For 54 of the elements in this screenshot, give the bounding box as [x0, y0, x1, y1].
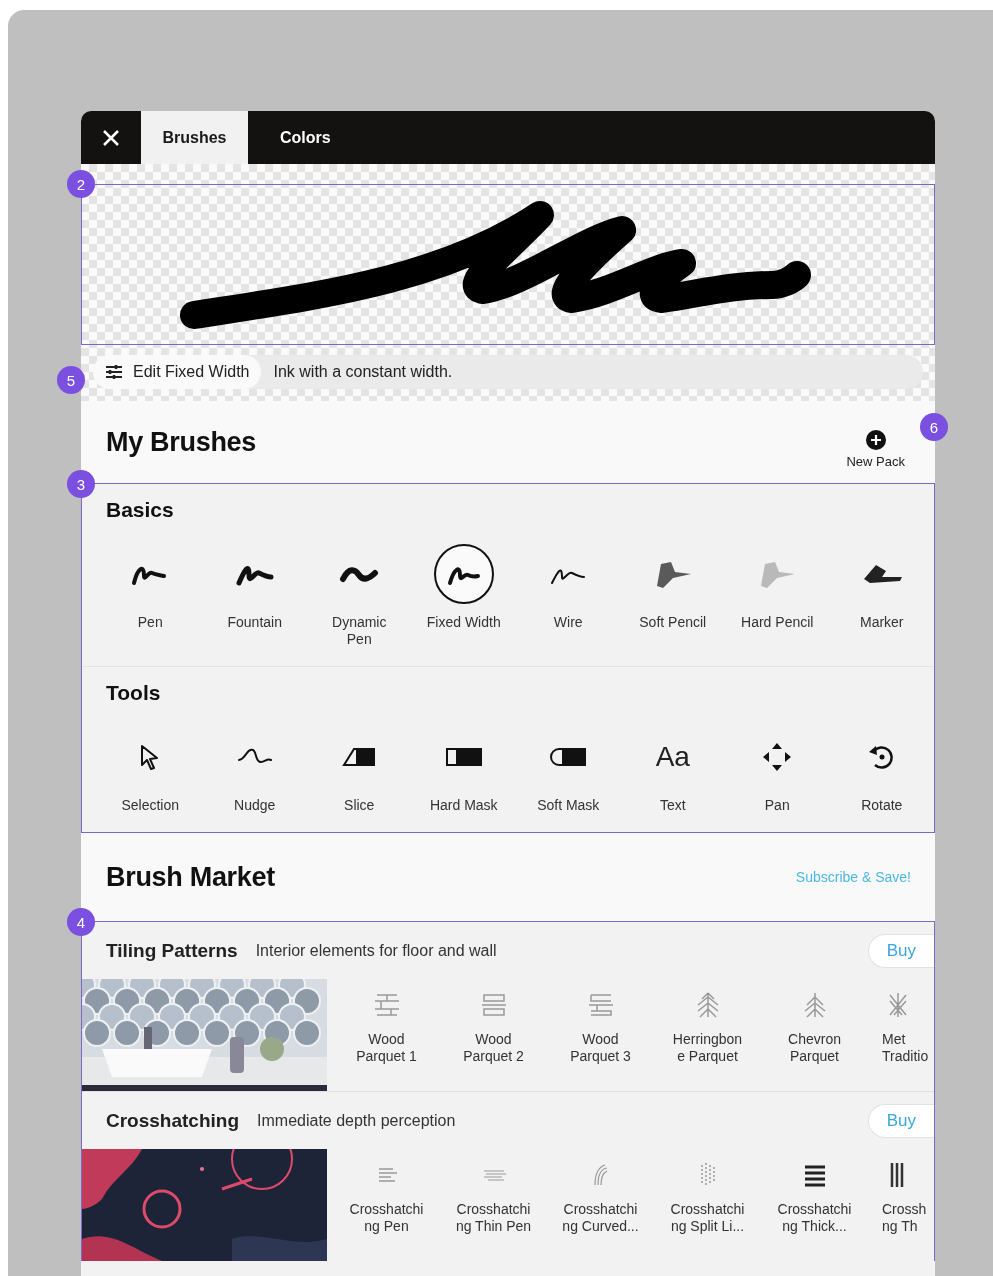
brush-name: Crosshatchi ng Thin Pen — [455, 1201, 532, 1235]
section-title: My Brushes — [106, 426, 257, 458]
edit-brush-button[interactable]: Edit Fixed Width — [93, 355, 262, 389]
mask-icon — [445, 747, 482, 767]
brush-item[interactable]: Nudge — [202, 727, 307, 814]
brush-item[interactable]: Dynamic Pen — [307, 544, 412, 648]
brush-name: Herringbon e Parquet — [672, 1031, 743, 1065]
brush-name: Crosshatchi ng Curved... — [562, 1201, 639, 1235]
brush-item[interactable]: Soft Mask — [516, 727, 621, 814]
brush-name: Wood Parquet 1 — [356, 1031, 417, 1065]
annotation-badge: 3 — [67, 470, 95, 498]
tab[interactable]: Colors — [260, 111, 351, 164]
sliders-icon — [105, 364, 123, 380]
brush-name: Crosshatchi ng Thick... — [777, 1201, 852, 1235]
brush-item[interactable]: Marker — [829, 544, 934, 648]
mask-icon — [550, 747, 587, 767]
brush-name: Wood Parquet 2 — [463, 1031, 524, 1065]
plus-circle-icon — [865, 429, 886, 450]
pack-subtitle: Immediate depth perception — [257, 1111, 457, 1130]
annotation-badge: 6 — [920, 413, 948, 441]
section-title: Brush Market — [106, 861, 275, 893]
brush-item[interactable]: Aa Text — [620, 727, 725, 814]
brush-name: Crossh ng Th — [882, 1201, 927, 1235]
brush-item[interactable]: Rotate — [829, 727, 934, 814]
brush-name: Wood Parquet 3 — [570, 1031, 631, 1065]
brush-name: Met Traditio — [882, 1031, 929, 1065]
brush-item[interactable]: Pen — [98, 544, 203, 648]
brush-name: Crosshatchi ng Split Li... — [670, 1201, 745, 1235]
brush-item[interactable]: Slice — [307, 727, 412, 814]
annotation-badge: 2 — [67, 170, 95, 198]
brush-item[interactable]: Hard Pencil — [725, 544, 830, 648]
brush-item[interactable]: Wire — [516, 544, 621, 648]
brush-item[interactable]: Hard Mask — [411, 727, 516, 814]
brush-item[interactable]: Fountain — [202, 544, 307, 648]
text-tool-icon: Aa — [655, 741, 690, 773]
new-pack-button[interactable]: New Pack — [840, 428, 911, 470]
brush-name: Crosshatchi ng Pen — [349, 1201, 424, 1235]
group-title: Tools — [106, 681, 162, 705]
slice-icon — [342, 747, 377, 767]
close-icon — [102, 128, 120, 147]
pack-title: Tiling Patterns — [106, 939, 238, 962]
brush-item[interactable]: Fixed Width — [411, 544, 516, 648]
pan-arrows-icon — [762, 742, 793, 772]
annotation-badge: 4 — [67, 908, 95, 936]
pack-title: Crosshatching — [106, 1109, 240, 1132]
brush-name: Chevron Parquet — [788, 1031, 841, 1065]
annotation-badge: 5 — [57, 366, 85, 394]
tab[interactable]: Brushes — [141, 111, 248, 164]
group-title: Basics — [106, 498, 175, 522]
brush-item[interactable]: Selection — [98, 727, 203, 814]
brush-description: Ink with a constant width. — [273, 363, 453, 381]
brush-item[interactable]: Soft Pencil — [620, 544, 725, 648]
brush-item[interactable]: Pan — [725, 727, 830, 814]
pack-subtitle: Interior elements for floor and wall — [255, 941, 498, 960]
